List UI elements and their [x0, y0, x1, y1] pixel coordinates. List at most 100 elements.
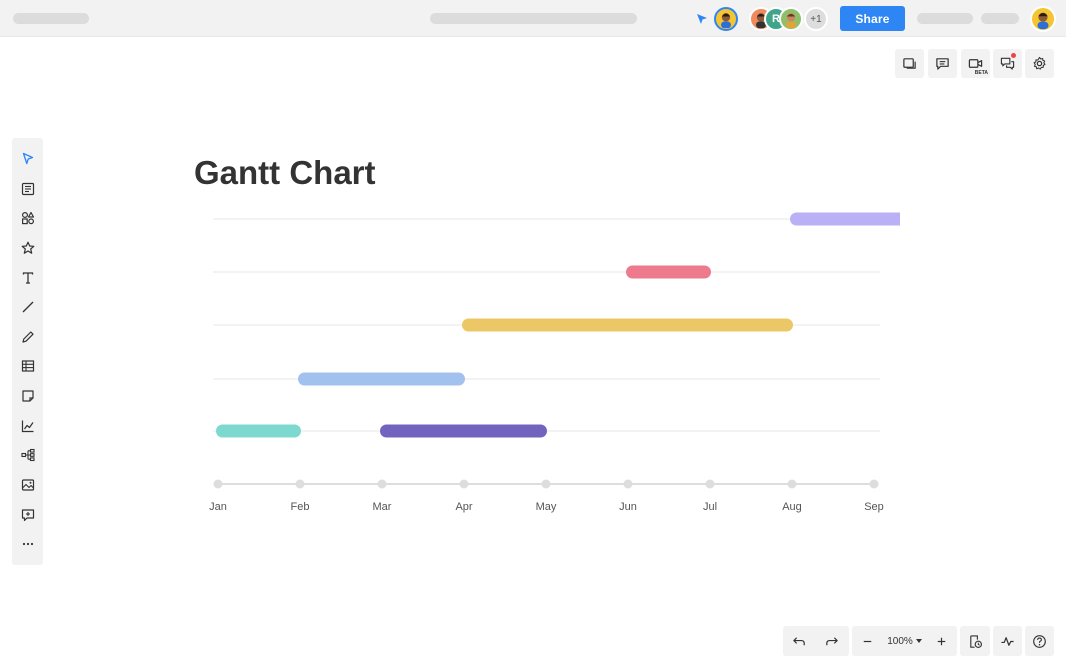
gantt-chart[interactable]: Jan Feb Mar Apr May Jun Jul Aug Sep	[200, 200, 900, 530]
undo-icon	[792, 636, 805, 645]
activity-button[interactable]	[993, 626, 1022, 656]
pen-tool[interactable]	[12, 325, 43, 349]
top-bar: R +1 Share	[0, 0, 1066, 37]
timeline-tick-label: Sep	[864, 501, 884, 513]
menu-placeholder[interactable]	[917, 13, 973, 24]
stickers-tool[interactable]	[12, 236, 43, 260]
template-icon	[21, 182, 34, 196]
zoom-out-button[interactable]	[852, 626, 883, 656]
timeline-tick-label: May	[536, 501, 557, 513]
gantt-bar[interactable]	[216, 424, 301, 438]
redo-button[interactable]	[815, 626, 847, 656]
left-toolbar	[12, 138, 43, 565]
timeline-tick-label: Feb	[291, 501, 310, 513]
history-icon	[969, 634, 982, 648]
gantt-bar[interactable]	[380, 424, 547, 438]
zoom-in-button[interactable]	[926, 626, 957, 656]
chat-icon	[1000, 57, 1015, 70]
more-collaborators-count: +1	[810, 13, 822, 25]
shapes-tool[interactable]	[12, 206, 43, 230]
timeline-tick-label: Jun	[619, 501, 637, 513]
follow-cursor-icon[interactable]	[695, 12, 709, 26]
undo-redo-group	[783, 626, 849, 656]
timeline-tick	[541, 479, 551, 489]
share-button[interactable]: Share	[840, 6, 905, 31]
board-name-placeholder[interactable]	[13, 13, 89, 24]
timeline-tick	[623, 479, 633, 489]
mind-map-icon	[20, 448, 35, 462]
settings-button[interactable]	[1025, 49, 1054, 78]
more-collaborators-badge[interactable]: +1	[804, 7, 828, 31]
redo-icon	[825, 636, 838, 645]
minus-icon	[863, 640, 872, 642]
timeline-tick	[869, 479, 879, 489]
chat-button[interactable]	[993, 49, 1022, 78]
help-button[interactable]	[1025, 626, 1054, 656]
help-icon	[1033, 634, 1046, 648]
timeline-tick	[377, 479, 387, 489]
video-call-button[interactable]: BETA	[961, 49, 990, 78]
timeline-tick-label: Jan	[209, 501, 227, 513]
version-history-button[interactable]	[960, 626, 990, 656]
templates-tool[interactable]	[12, 177, 43, 201]
timeline-tick-label: Jul	[703, 501, 717, 513]
gear-icon	[1033, 56, 1046, 70]
chart-tool[interactable]	[12, 414, 43, 438]
user-avatar[interactable]	[1030, 6, 1056, 32]
caret-down-icon	[915, 639, 922, 643]
gantt-bar[interactable]	[462, 318, 793, 332]
notification-dot	[1011, 53, 1016, 58]
pointer-icon	[22, 152, 33, 165]
activity-button-wrap	[993, 626, 1022, 656]
frames-icon	[903, 58, 916, 69]
image-icon	[21, 479, 34, 491]
image-tool[interactable]	[12, 473, 43, 497]
text-icon	[22, 272, 33, 284]
add-comment-icon	[21, 509, 34, 522]
collaborator-avatar[interactable]	[779, 7, 803, 31]
zoom-level-value: 100%	[887, 635, 913, 647]
plus-icon	[937, 637, 946, 645]
gantt-bar[interactable]	[790, 212, 900, 226]
comment-icon	[936, 58, 949, 70]
comment-tool[interactable]	[12, 503, 43, 527]
mind-map-tool[interactable]	[12, 443, 43, 467]
gantt-bar[interactable]	[626, 265, 711, 279]
timeline-tick	[295, 479, 305, 489]
timeline-tick	[459, 479, 469, 489]
line-tool[interactable]	[12, 295, 43, 319]
timeline-tick-label: Aug	[782, 501, 802, 513]
timeline-tick-label: Apr	[455, 501, 472, 513]
undo-button[interactable]	[783, 626, 815, 656]
share-button-label: Share	[855, 11, 890, 26]
timeline-tick	[787, 479, 797, 489]
avatar[interactable]	[714, 7, 738, 31]
beta-badge: BETA	[974, 70, 988, 76]
star-icon	[21, 241, 34, 254]
gantt-bar[interactable]	[298, 372, 465, 386]
table-icon	[21, 360, 34, 372]
frames-button[interactable]	[895, 49, 924, 78]
chart-title[interactable]: Gantt Chart	[194, 154, 376, 192]
zoom-controls: 100%	[852, 626, 957, 656]
shapes-icon	[21, 211, 34, 225]
more-icon	[22, 542, 33, 546]
pencil-icon	[21, 331, 34, 343]
help-button-wrap	[1025, 626, 1054, 656]
sticky-note-icon	[21, 390, 34, 402]
comments-button[interactable]	[928, 49, 957, 78]
activity-icon	[1001, 636, 1014, 646]
more-tools-button[interactable]	[12, 532, 43, 556]
text-tool[interactable]	[12, 266, 43, 290]
video-camera-icon	[968, 59, 983, 68]
zoom-level-dropdown[interactable]: 100%	[883, 636, 926, 647]
sticky-note-tool[interactable]	[12, 384, 43, 408]
timeline-tick-label: Mar	[373, 501, 392, 513]
select-tool[interactable]	[12, 147, 43, 171]
table-tool[interactable]	[12, 354, 43, 378]
board-title-placeholder[interactable]	[430, 13, 637, 24]
timeline-tick	[705, 479, 715, 489]
line-icon	[22, 301, 33, 313]
menu-placeholder[interactable]	[981, 13, 1019, 24]
history-button-wrap	[960, 626, 990, 656]
